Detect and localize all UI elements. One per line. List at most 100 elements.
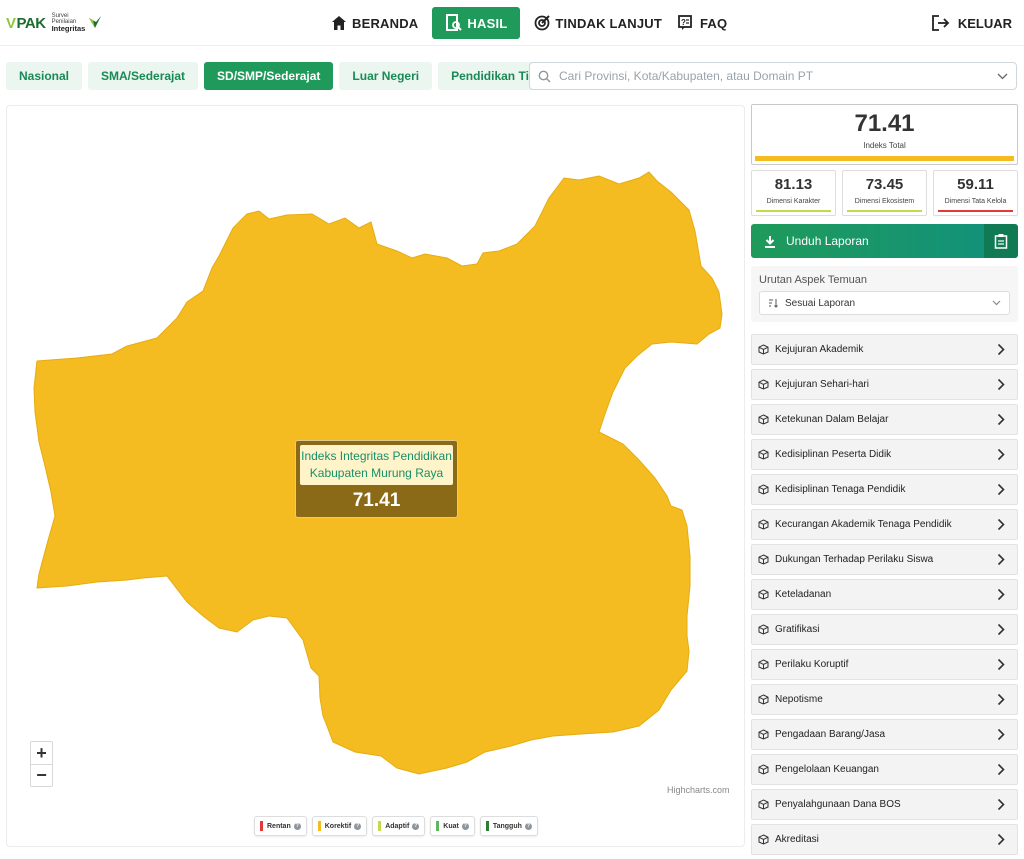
dimension-bar (847, 210, 922, 212)
dimension-bar (938, 210, 1013, 212)
aspect-item[interactable]: Kejujuran Akademik (751, 334, 1018, 365)
chevron-right-icon (997, 658, 1005, 671)
aspect-list: Kejujuran Akademik Kejujuran Sehari-hari K… (751, 334, 1018, 855)
help-icon: ? (524, 822, 532, 830)
box-icon (758, 624, 769, 635)
tab-sma[interactable]: SMA/Sederajat (88, 62, 199, 90)
sort-icon (769, 299, 778, 308)
help-icon: ? (412, 822, 420, 830)
tooltip-value: 71.41 (352, 490, 401, 511)
chevron-right-icon (997, 763, 1005, 776)
chevron-right-icon (997, 413, 1005, 426)
clipboard-button[interactable] (984, 224, 1018, 258)
summary-panel: 71.41 Indeks Total 81.13 Dimensi Karakte… (751, 104, 1018, 859)
dimension-bar (756, 210, 831, 212)
home-icon (332, 16, 346, 30)
main-nav: BERANDA HASIL TINDAK LANJUT ? FAQ (323, 7, 735, 39)
search-placeholder: Cari Provinsi, Kota/Kabupaten, atau Doma… (559, 69, 814, 83)
total-index-card: 71.41 Indeks Total (751, 104, 1018, 165)
nav-hasil[interactable]: HASIL (432, 7, 521, 39)
legend-korektif[interactable]: Korektif? (311, 816, 368, 836)
aspect-item[interactable]: Ketekunan Dalam Belajar (751, 404, 1018, 435)
region-tooltip: Indeks Integritas Pendidikan Kabupaten M… (295, 440, 458, 518)
aspect-item[interactable]: Kedisiplinan Peserta Didik (751, 439, 1018, 470)
logout-button[interactable]: KELUAR (931, 7, 1012, 39)
chevron-down-icon (997, 73, 1008, 79)
download-report-button[interactable]: Unduh Laporan (751, 224, 984, 258)
chevron-right-icon (997, 588, 1005, 601)
chevron-right-icon (997, 378, 1005, 391)
aspect-item[interactable]: Penyalahgunaan Dana BOS (751, 789, 1018, 820)
legend-swatch (260, 821, 263, 831)
nav-faq[interactable]: ? FAQ (670, 7, 735, 39)
aspect-label: Dukungan Terhadap Perilaku Siswa (775, 554, 934, 565)
clipboard-icon (994, 234, 1008, 249)
svg-text:?: ? (681, 18, 686, 27)
box-icon (758, 589, 769, 600)
spak-logo[interactable]: V PAK Survei Penilaian Integritas (6, 8, 103, 38)
aspect-label: Perilaku Koruptif (775, 659, 849, 670)
chevron-right-icon (997, 483, 1005, 496)
aspect-item[interactable]: Kedisiplinan Tenaga Pendidik (751, 474, 1018, 505)
legend-adaptif[interactable]: Adaptif? (372, 816, 426, 836)
box-icon (758, 799, 769, 810)
target-icon (535, 15, 551, 31)
aspect-item[interactable]: Akreditasi (751, 824, 1018, 855)
leaf-icon (89, 16, 102, 28)
legend-rentan[interactable]: Rentan? (254, 816, 307, 836)
aspect-item[interactable]: Dukungan Terhadap Perilaku Siswa (751, 544, 1018, 575)
zoom-in-button[interactable]: + (31, 742, 52, 764)
aspect-label: Pengadaan Barang/Jasa (775, 729, 886, 740)
aspect-label: Penyalahgunaan Dana BOS (775, 799, 901, 810)
aspect-item[interactable]: Pengelolaan Keuangan (751, 754, 1018, 785)
box-icon (758, 484, 769, 495)
dimension-tata-kelola-card: 59.11 Dimensi Tata Kelola (933, 170, 1018, 216)
chevron-right-icon (997, 623, 1005, 636)
box-icon (758, 659, 769, 670)
nav-tindak-lanjut[interactable]: TINDAK LANJUT (526, 7, 670, 39)
chevron-right-icon (997, 448, 1005, 461)
highcharts-credit[interactable]: Highcharts.com (667, 785, 730, 795)
sort-label: Urutan Aspek Temuan (759, 274, 868, 286)
report-search-icon (446, 14, 463, 31)
nav-beranda[interactable]: BERANDA (323, 7, 426, 39)
chevron-down-icon (992, 300, 1001, 306)
box-icon (758, 554, 769, 565)
aspect-item[interactable]: Keteladanan (751, 579, 1018, 610)
legend-tangguh[interactable]: Tangguh? (479, 816, 538, 836)
sort-select[interactable]: Sesuai Laporan (759, 291, 1010, 315)
aspect-label: Pengelolaan Keuangan (775, 764, 879, 775)
aspect-item[interactable]: Pengadaan Barang/Jasa (751, 719, 1018, 750)
aspect-label: Keteladanan (775, 589, 832, 600)
aspect-item[interactable]: Gratifikasi (751, 614, 1018, 645)
aspect-label: Akreditasi (775, 834, 819, 845)
tooltip-title: Indeks Integritas Pendidikan Kabupaten M… (300, 445, 453, 485)
chevron-right-icon (997, 693, 1005, 706)
tab-nasional[interactable]: Nasional (6, 62, 83, 90)
tab-luar-negeri[interactable]: Luar Negeri (339, 62, 433, 90)
chevron-right-icon (997, 518, 1005, 531)
box-icon (758, 344, 769, 355)
box-icon (758, 414, 769, 425)
chevron-right-icon (997, 833, 1005, 846)
tab-sd-smp[interactable]: SD/SMP/Sederajat (204, 62, 334, 90)
aspect-item[interactable]: Kecurangan Akademik Tenaga Pendidik (751, 509, 1018, 540)
zoom-controls: + − (30, 741, 53, 787)
legend-swatch (436, 821, 440, 831)
aspect-item[interactable]: Perilaku Koruptif (751, 649, 1018, 680)
aspect-label: Kejujuran Akademik (775, 344, 864, 355)
region-search-select[interactable]: Cari Provinsi, Kota/Kabupaten, atau Doma… (529, 62, 1017, 90)
aspect-label: Kejujuran Sehari-hari (775, 379, 869, 390)
download-row: Unduh Laporan (751, 224, 1018, 258)
aspect-item[interactable]: Nepotisme (751, 684, 1018, 715)
help-icon: ? (293, 822, 301, 830)
dimension-karakter-card: 81.13 Dimensi Karakter (751, 170, 836, 216)
help-icon: ? (461, 822, 469, 830)
aspect-item[interactable]: Kejujuran Sehari-hari (751, 369, 1018, 400)
total-index-value: 71.41 (854, 110, 915, 137)
aspect-label: Nepotisme (775, 694, 823, 705)
dimension-ekosistem-card: 73.45 Dimensi Ekosistem (842, 170, 927, 216)
legend-kuat[interactable]: Kuat? (430, 816, 475, 836)
help-icon: ? (354, 822, 362, 830)
zoom-out-button[interactable]: − (31, 764, 52, 786)
